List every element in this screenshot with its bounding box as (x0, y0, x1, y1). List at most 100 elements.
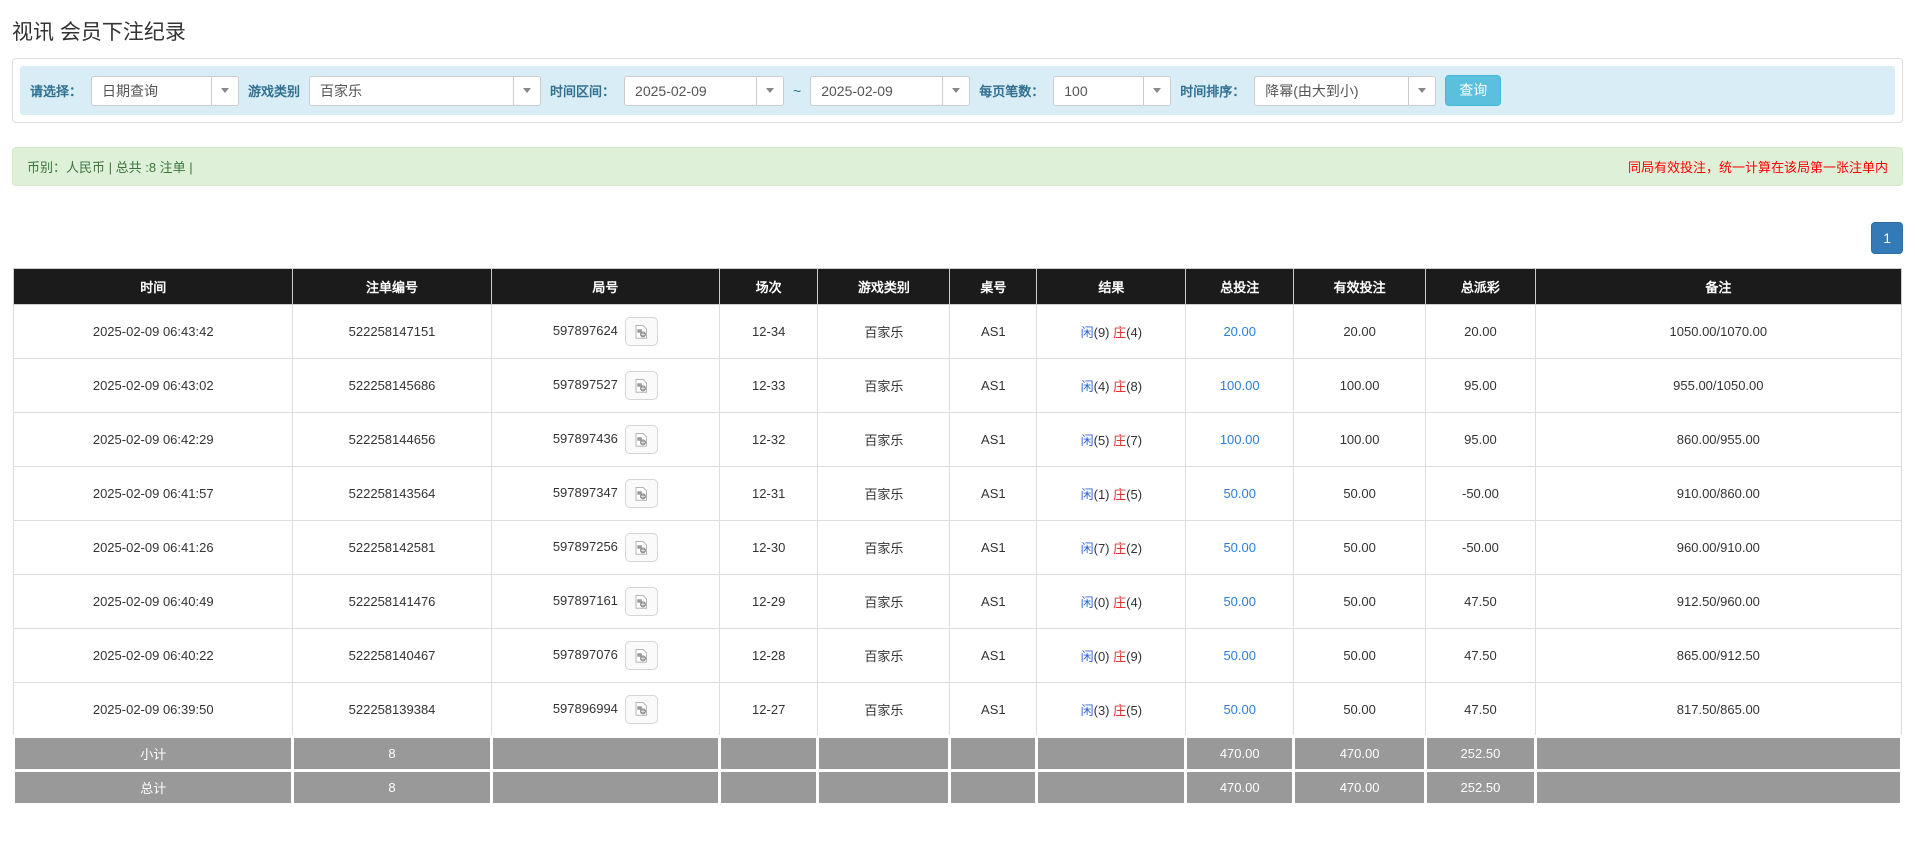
total-bet-cell[interactable]: 50.00 (1186, 521, 1294, 575)
table-row: 2025-02-09 06:43:42522258147151597897624… (14, 305, 1902, 359)
footer-empty-cell (1535, 737, 1901, 771)
round-id-cell: 597897527 (491, 359, 719, 413)
film-icon[interactable] (625, 533, 658, 562)
total-bet-link[interactable]: 50.00 (1223, 594, 1256, 609)
round-id: 597896994 (553, 700, 618, 715)
summary-left-text: 币别：人民币 | 总共 :8 注单 | (27, 157, 193, 176)
result-cell: 闲(0) 庄(9) (1037, 629, 1186, 683)
round-id-cell: 597897436 (491, 413, 719, 467)
total-bet-cell[interactable]: 50.00 (1186, 683, 1294, 737)
round-id-cell: 597897347 (491, 467, 719, 521)
chevron-down-icon[interactable] (513, 77, 540, 105)
result-banker-label: 庄 (1113, 325, 1126, 340)
bet-id-cell: 522258140467 (293, 629, 491, 683)
column-header: 时间 (14, 269, 293, 305)
result-player-label: 闲 (1081, 379, 1094, 394)
result-player-score: (0) (1094, 595, 1110, 610)
session-cell: 12-29 (720, 575, 818, 629)
time-cell: 2025-02-09 06:40:49 (14, 575, 293, 629)
result-banker-label: 庄 (1113, 379, 1126, 394)
column-header: 游戏类别 (818, 269, 950, 305)
chevron-down-icon[interactable] (1408, 77, 1435, 105)
total-bet-cell[interactable]: 50.00 (1186, 575, 1294, 629)
footer-empty-cell (818, 771, 950, 805)
result-banker-label: 庄 (1113, 433, 1126, 448)
game-type-cell: 百家乐 (818, 413, 950, 467)
search-button[interactable]: 查询 (1445, 75, 1501, 106)
table-row: 2025-02-09 06:40:22522258140467597897076… (14, 629, 1902, 683)
table-row: 2025-02-09 06:42:29522258144656597897436… (14, 413, 1902, 467)
footer-empty-cell (491, 771, 719, 805)
session-cell: 12-27 (720, 683, 818, 737)
bet-id-cell: 522258145686 (293, 359, 491, 413)
result-player-score: (5) (1094, 433, 1110, 448)
time-cell: 2025-02-09 06:42:29 (14, 413, 293, 467)
column-header: 总投注 (1186, 269, 1294, 305)
chevron-down-icon[interactable] (942, 77, 969, 105)
total-bet-link[interactable]: 50.00 (1223, 486, 1256, 501)
result-cell: 闲(5) 庄(7) (1037, 413, 1186, 467)
table-row: 2025-02-09 06:41:57522258143564597897347… (14, 467, 1902, 521)
total-bet-cell[interactable]: 50.00 (1186, 467, 1294, 521)
query-type-select[interactable]: 日期查询 (91, 76, 239, 106)
session-cell: 12-33 (720, 359, 818, 413)
total-bet-cell[interactable]: 20.00 (1186, 305, 1294, 359)
query-type-label: 请选择： (30, 81, 82, 100)
film-icon[interactable] (625, 641, 658, 670)
film-icon[interactable] (625, 587, 658, 616)
result-cell: 闲(0) 庄(4) (1037, 575, 1186, 629)
total-row: 总计8470.00470.00252.50 (14, 771, 1902, 805)
column-header: 桌号 (950, 269, 1037, 305)
result-banker-score: (5) (1126, 703, 1142, 718)
sort-select[interactable]: 降幂(由大到小) (1254, 76, 1436, 106)
total-bet-link[interactable]: 50.00 (1223, 540, 1256, 555)
total-bet-link[interactable]: 100.00 (1220, 432, 1260, 447)
total-bet-link[interactable]: 50.00 (1223, 648, 1256, 663)
result-player-score: (7) (1094, 541, 1110, 556)
valid-bet-cell: 100.00 (1294, 359, 1426, 413)
result-banker-label: 庄 (1113, 595, 1126, 610)
time-cell: 2025-02-09 06:39:50 (14, 683, 293, 737)
total-bet-link[interactable]: 100.00 (1220, 378, 1260, 393)
total-bet-cell[interactable]: 100.00 (1186, 359, 1294, 413)
film-icon[interactable] (625, 371, 658, 400)
game-type-cell: 百家乐 (818, 521, 950, 575)
footer-empty-cell (1037, 771, 1186, 805)
result-player-label: 闲 (1081, 433, 1094, 448)
result-player-score: (0) (1094, 649, 1110, 664)
page-title: 视讯 会员下注纪录 (12, 16, 1903, 46)
column-header: 备注 (1535, 269, 1901, 305)
date-from-select[interactable]: 2025-02-09 (624, 76, 784, 106)
chevron-down-icon[interactable] (756, 77, 783, 105)
film-icon[interactable] (625, 479, 658, 508)
film-icon[interactable] (625, 695, 658, 724)
page-button-1[interactable]: 1 (1871, 222, 1903, 254)
game-type-select[interactable]: 百家乐 (309, 76, 541, 106)
date-from-value: 2025-02-09 (625, 77, 756, 105)
total-bet-link[interactable]: 50.00 (1223, 702, 1256, 717)
valid-bet-cell: 50.00 (1294, 629, 1426, 683)
session-cell: 12-31 (720, 467, 818, 521)
footer-empty-cell (1535, 771, 1901, 805)
page-size-select[interactable]: 100 (1053, 76, 1171, 106)
subtotal-row-valid-bet-cell: 470.00 (1294, 737, 1426, 771)
film-icon[interactable] (625, 317, 658, 346)
total-bet-cell[interactable]: 50.00 (1186, 629, 1294, 683)
footer-empty-cell (950, 737, 1037, 771)
date-to-select[interactable]: 2025-02-09 (810, 76, 970, 106)
footer-empty-cell (818, 737, 950, 771)
total-bet-cell[interactable]: 100.00 (1186, 413, 1294, 467)
chevron-down-icon[interactable] (211, 77, 238, 105)
table-header: 时间注单编号局号场次游戏类别桌号结果总投注有效投注总派彩备注 (14, 269, 1902, 305)
total-bet-link[interactable]: 20.00 (1223, 324, 1256, 339)
round-id: 597897347 (553, 485, 618, 500)
session-cell: 12-30 (720, 521, 818, 575)
payout-cell: 95.00 (1426, 413, 1536, 467)
game-type-cell: 百家乐 (818, 629, 950, 683)
time-cell: 2025-02-09 06:40:22 (14, 629, 293, 683)
result-player-score: (3) (1094, 703, 1110, 718)
chevron-down-icon[interactable] (1143, 77, 1170, 105)
page-container: 视讯 会员下注纪录 请选择： 日期查询 游戏类别 百家乐 时间区间： 2025-… (0, 16, 1915, 806)
footer-empty-cell (720, 737, 818, 771)
film-icon[interactable] (625, 425, 658, 454)
